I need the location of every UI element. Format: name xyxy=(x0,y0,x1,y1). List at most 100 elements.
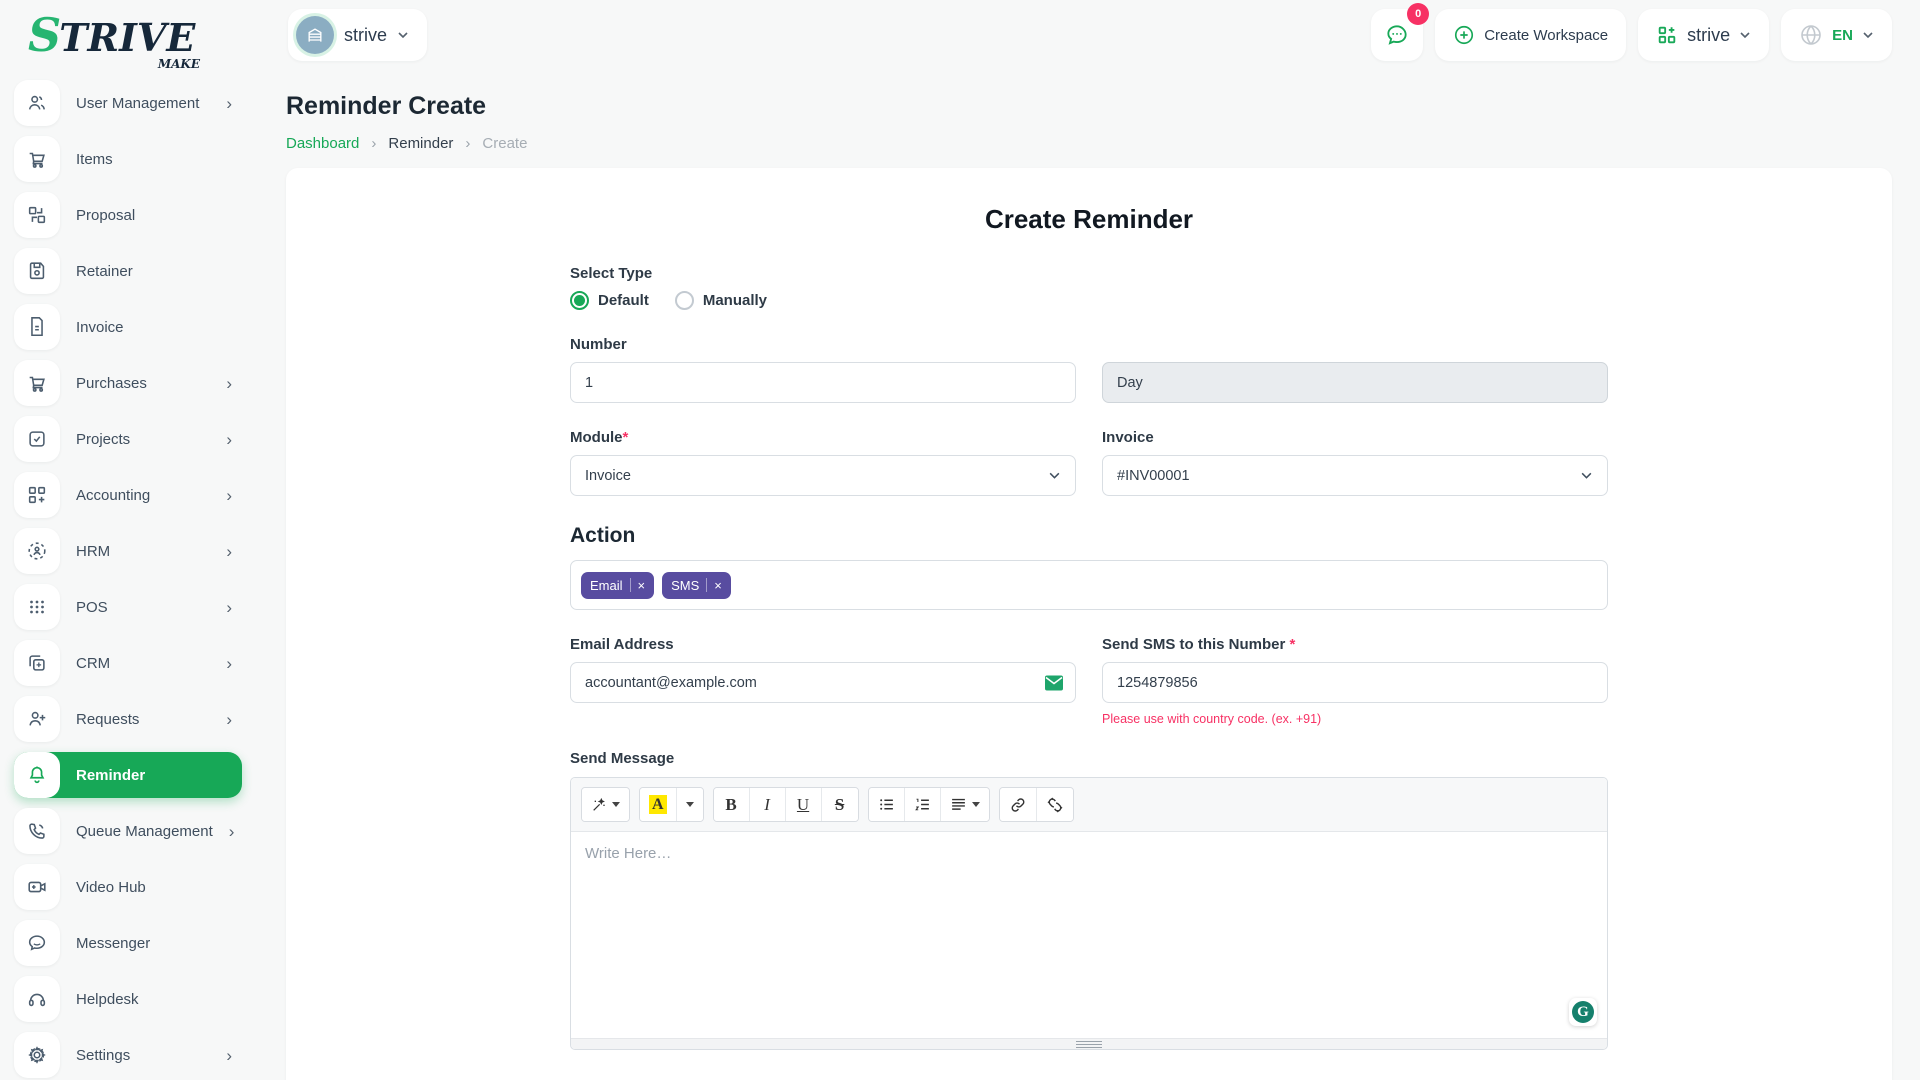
radio-manually[interactable]: Manually xyxy=(675,291,767,310)
email-input[interactable] xyxy=(570,662,1076,703)
sidebar-item-messenger[interactable]: Messenger xyxy=(14,920,242,966)
chevron-right-icon xyxy=(229,823,235,840)
sidebar-nav: User Management Items Proposal Retainer … xyxy=(0,74,258,1080)
gear-icon xyxy=(14,1032,60,1078)
editor-toolbar: A B I U S xyxy=(571,778,1607,832)
chevron-right-icon xyxy=(226,431,232,448)
link-button[interactable] xyxy=(1000,788,1037,821)
sidebar-item-retainer[interactable]: Retainer xyxy=(14,248,242,294)
org-selector[interactable]: strive xyxy=(1638,9,1769,61)
top-header: STRIVE MAKE strive 0 Create Workspace st… xyxy=(0,0,1920,70)
sidebar-item-pos[interactable]: POS xyxy=(14,584,242,630)
check-square-icon xyxy=(14,416,60,462)
floppy-icon xyxy=(14,248,60,294)
italic-button[interactable]: I xyxy=(750,788,786,821)
chevron-right-icon xyxy=(226,599,232,616)
remove-tag-icon[interactable] xyxy=(638,579,646,592)
email-label: Email Address xyxy=(570,636,1076,653)
sidebar-item-user-management[interactable]: User Management xyxy=(14,80,242,126)
dots-grid-icon xyxy=(14,584,60,630)
ordered-list-button[interactable] xyxy=(905,788,941,821)
unordered-list-button[interactable] xyxy=(869,788,905,821)
brand-logo-text: TRIVE xyxy=(59,15,195,60)
language-selector[interactable]: EN xyxy=(1781,9,1892,61)
chat-bubble-icon xyxy=(1384,22,1410,48)
action-tags-input[interactable]: Email SMS xyxy=(570,560,1608,610)
sidebar-item-requests[interactable]: Requests xyxy=(14,696,242,742)
user-plus-icon xyxy=(14,696,60,742)
sidebar-item-hrm[interactable]: HRM xyxy=(14,528,242,574)
workspace-name: strive xyxy=(344,25,387,46)
sidebar-item-projects[interactable]: Projects xyxy=(14,416,242,462)
radio-default[interactable]: Default xyxy=(570,291,649,310)
module-select[interactable]: Invoice xyxy=(570,455,1076,496)
sidebar-item-reminder[interactable]: Reminder xyxy=(14,752,242,798)
font-color-button[interactable]: A xyxy=(640,788,677,821)
module-label: Module* xyxy=(570,429,1076,446)
link-icon xyxy=(1009,796,1027,814)
sms-input[interactable] xyxy=(1102,662,1608,703)
chevron-right-icon xyxy=(465,135,470,152)
video-camera-icon xyxy=(14,864,60,910)
users-icon xyxy=(14,80,60,126)
bold-button[interactable]: B xyxy=(714,788,750,821)
swap-grid-icon xyxy=(14,192,60,238)
invoice-select[interactable]: #INV00001 xyxy=(1102,455,1608,496)
radio-selected-icon[interactable] xyxy=(570,291,589,310)
chevron-right-icon xyxy=(371,135,376,152)
brand-tagline: MAKE xyxy=(158,58,200,70)
globe-icon xyxy=(1799,23,1823,47)
sidebar-item-proposal[interactable]: Proposal xyxy=(14,192,242,238)
number-label: Number xyxy=(570,336,1076,353)
action-tag-sms: SMS xyxy=(662,572,731,599)
chevron-right-icon xyxy=(226,375,232,392)
document-icon xyxy=(14,304,60,350)
chevron-right-icon xyxy=(226,1047,232,1064)
brand-logo[interactable]: STRIVE MAKE xyxy=(28,12,228,58)
sidebar-item-settings[interactable]: Settings xyxy=(14,1032,242,1078)
style-dropdown-button[interactable] xyxy=(582,788,629,821)
grid-plus-icon xyxy=(1656,24,1678,46)
chevron-down-icon xyxy=(1862,29,1874,41)
radio-unselected-icon[interactable] xyxy=(675,291,694,310)
sidebar-item-purchases[interactable]: Purchases xyxy=(14,360,242,406)
chat-badge: 0 xyxy=(1407,3,1429,25)
highlight-color-icon: A xyxy=(649,795,667,814)
sidebar-item-crm[interactable]: CRM xyxy=(14,640,242,686)
grammarly-icon[interactable]: G xyxy=(1569,998,1597,1026)
sidebar-item-accounting[interactable]: Accounting xyxy=(14,472,242,518)
chevron-right-icon xyxy=(226,487,232,504)
editor-resize-handle[interactable] xyxy=(571,1038,1607,1049)
workspace-selector[interactable]: strive xyxy=(288,9,427,61)
phone-call-icon xyxy=(14,808,60,854)
number-input[interactable] xyxy=(570,362,1076,403)
editor-body[interactable]: Write Here… G xyxy=(571,832,1607,1038)
chevron-right-icon xyxy=(226,655,232,672)
brand-logo-letter: S xyxy=(28,8,59,62)
envelope-icon xyxy=(1044,674,1064,691)
create-workspace-label: Create Workspace xyxy=(1484,27,1608,44)
strikethrough-button[interactable]: S xyxy=(822,788,858,821)
unlink-button[interactable] xyxy=(1037,788,1073,821)
language-code: EN xyxy=(1832,27,1853,44)
invoice-label: Invoice xyxy=(1102,429,1608,446)
bullet-list-icon xyxy=(878,796,895,813)
underline-button[interactable]: U xyxy=(786,788,822,821)
page-title: Reminder Create xyxy=(286,92,1892,121)
create-workspace-button[interactable]: Create Workspace xyxy=(1435,9,1626,61)
sidebar-item-helpdesk[interactable]: Helpdesk xyxy=(14,976,242,1022)
sidebar-item-video-hub[interactable]: Video Hub xyxy=(14,864,242,910)
chevron-right-icon xyxy=(226,711,232,728)
remove-tag-icon[interactable] xyxy=(714,579,722,592)
sms-label: Send SMS to this Number * xyxy=(1102,636,1608,653)
font-color-dropdown-button[interactable] xyxy=(677,788,703,821)
sidebar-item-items[interactable]: Items xyxy=(14,136,242,182)
paragraph-align-button[interactable] xyxy=(941,788,989,821)
chevron-down-icon xyxy=(1739,29,1751,41)
sidebar-item-invoice[interactable]: Invoice xyxy=(14,304,242,350)
bell-icon xyxy=(14,752,60,798)
chat-button[interactable]: 0 xyxy=(1371,9,1423,61)
breadcrumb-dashboard[interactable]: Dashboard xyxy=(286,135,359,152)
sidebar-item-queue-management[interactable]: Queue Management xyxy=(14,808,242,854)
message-label: Send Message xyxy=(570,750,1608,767)
